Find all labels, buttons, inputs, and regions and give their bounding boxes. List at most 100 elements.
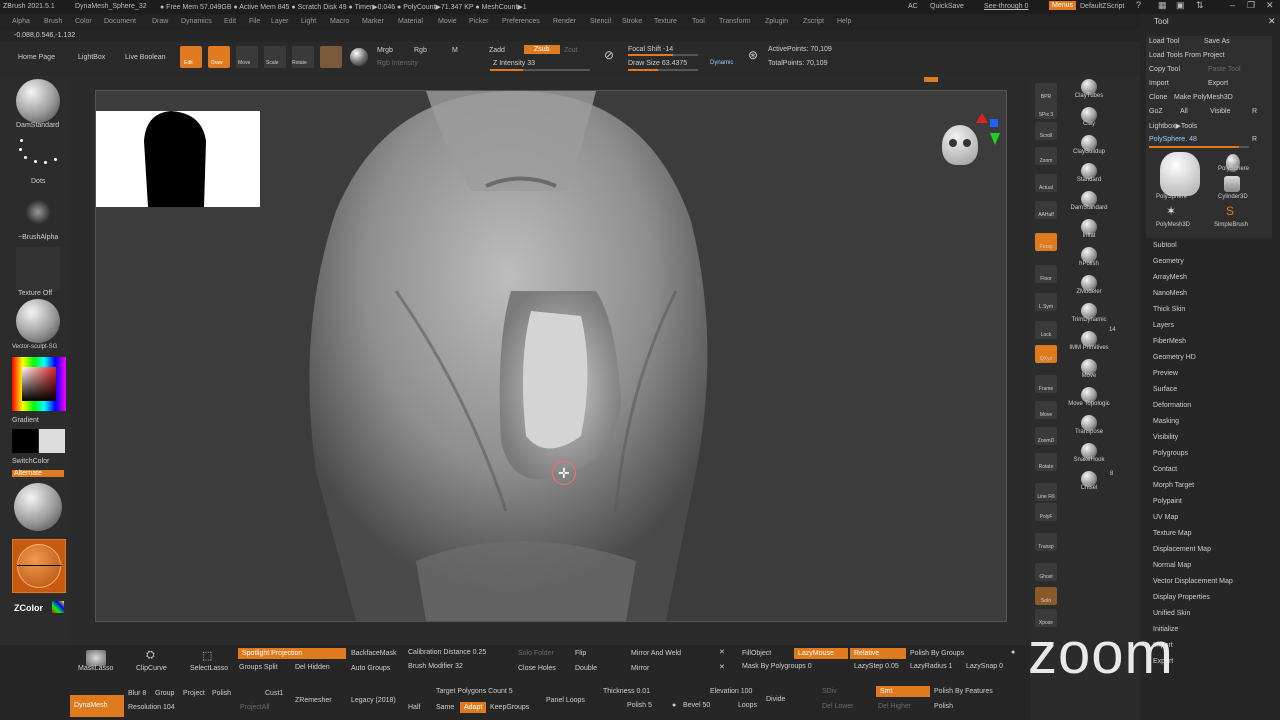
dynamic-button[interactable]: Dynamic bbox=[710, 60, 733, 66]
calibration-slider[interactable]: Calibration Distance 0.25 bbox=[408, 649, 486, 656]
default-zscript-button[interactable]: DefaultZScript bbox=[1080, 3, 1124, 10]
simplebrush-s-icon[interactable]: S bbox=[1226, 204, 1234, 218]
del-lower-button[interactable]: Del Lower bbox=[822, 703, 854, 710]
polymesh-star-icon[interactable]: ✶ bbox=[1166, 204, 1176, 218]
keepgroups-button[interactable]: KeepGroups bbox=[490, 704, 529, 711]
copy-tool-button[interactable]: Copy Tool bbox=[1149, 66, 1180, 73]
brush-preview[interactable] bbox=[16, 79, 60, 123]
paste-tool-button[interactable]: Paste Tool bbox=[1208, 66, 1241, 73]
tray-button-line-fill[interactable]: Line Fill bbox=[1035, 483, 1057, 501]
mirror-button[interactable]: Mirror bbox=[631, 665, 649, 672]
auto-groups-button[interactable]: Auto Groups bbox=[351, 665, 390, 672]
mask-by-polygroups-slider[interactable]: Mask By Polygroups 0 bbox=[742, 663, 812, 670]
selectlasso-button[interactable]: SelectLasso bbox=[190, 665, 228, 672]
minimize-icon[interactable]: – bbox=[1230, 0, 1235, 10]
lightbox-tools-button[interactable]: Lightbox▶Tools bbox=[1149, 122, 1197, 130]
tray-button-scroll[interactable]: Scroll bbox=[1035, 122, 1057, 140]
tray-button-persp[interactable]: Persp bbox=[1035, 233, 1057, 251]
material-preview[interactable] bbox=[16, 299, 60, 343]
tool-section-preview[interactable]: Preview bbox=[1153, 370, 1178, 377]
polish-button[interactable]: Polish bbox=[212, 690, 231, 697]
m-button[interactable]: M bbox=[452, 47, 458, 54]
tray-button-qxyz[interactable]: QXyz bbox=[1035, 345, 1057, 363]
tray-button-move[interactable]: Move bbox=[1035, 401, 1057, 419]
edit-button[interactable]: Edit bbox=[180, 46, 202, 68]
menu-transform[interactable]: Transform bbox=[719, 18, 751, 25]
tray-button-l-sym[interactable]: L.Sym bbox=[1035, 293, 1057, 311]
load-tool-button[interactable]: Load Tool bbox=[1149, 38, 1179, 45]
zcolor-icon[interactable] bbox=[52, 601, 64, 613]
tray-button-bpr[interactable]: BPR bbox=[1035, 83, 1057, 101]
menu-dynamics[interactable]: Dynamics bbox=[181, 18, 212, 25]
menu-alpha[interactable]: Alpha bbox=[12, 18, 30, 25]
tool-section-deformation[interactable]: Deformation bbox=[1153, 402, 1191, 409]
masklasso-button[interactable]: MaskLasso bbox=[78, 665, 113, 672]
group-button[interactable]: Group bbox=[155, 690, 174, 697]
stroke-dots-icon[interactable] bbox=[16, 137, 60, 177]
elevation-slider[interactable]: Elevation 100 bbox=[710, 688, 752, 695]
lazyradius-slider[interactable]: LazyRadius 1 bbox=[910, 663, 952, 670]
menu-material[interactable]: Material bbox=[398, 18, 423, 25]
help-icon[interactable]: ? bbox=[1136, 0, 1141, 10]
load-from-project-button[interactable]: Load Tools From Project bbox=[1149, 52, 1225, 59]
polish-b-button[interactable]: Polish bbox=[934, 703, 953, 710]
zcut-button[interactable]: Zcut bbox=[564, 47, 578, 54]
swap-icon[interactable]: ⇅ bbox=[1196, 0, 1204, 11]
tool-section-vector-displacement-map[interactable]: Vector Displacement Map bbox=[1153, 578, 1233, 585]
tool-section-layers[interactable]: Layers bbox=[1153, 322, 1174, 329]
legacy-button[interactable]: Legacy (2018) bbox=[351, 697, 396, 704]
close-holes-button[interactable]: Close Holes bbox=[518, 665, 556, 672]
rotate-button[interactable]: Rotate bbox=[292, 46, 314, 68]
draw-size-slider[interactable]: Draw Size 63.4375 bbox=[628, 60, 687, 67]
adapt-button[interactable]: Adapt bbox=[460, 702, 487, 713]
menu-light[interactable]: Light bbox=[301, 18, 316, 25]
see-through-slider[interactable]: See-through 0 bbox=[984, 3, 1028, 10]
sphere-preview[interactable] bbox=[14, 483, 62, 531]
tool-section-unified-skin[interactable]: Unified Skin bbox=[1153, 610, 1190, 617]
live-boolean-button[interactable]: Live Boolean bbox=[125, 54, 165, 61]
alpha-preview[interactable] bbox=[16, 190, 60, 234]
make-polymesh-button[interactable]: Make PolyMesh3D bbox=[1174, 94, 1233, 101]
gizmo-preview[interactable] bbox=[12, 539, 66, 593]
zremesher-button[interactable]: ZRemesher bbox=[295, 697, 332, 704]
polysphere-r-button[interactable]: R bbox=[1252, 136, 1257, 143]
tray-button-spix-3[interactable]: SPix 3 bbox=[1035, 101, 1057, 119]
menu-texture[interactable]: Texture bbox=[654, 18, 677, 25]
menu-layer[interactable]: Layer bbox=[271, 18, 289, 25]
blur-slider[interactable]: Blur 8 bbox=[128, 690, 146, 697]
menu-document[interactable]: Document bbox=[104, 18, 136, 25]
focal-icon[interactable]: ⊘ bbox=[604, 48, 614, 62]
cylinder-thumb[interactable] bbox=[1224, 176, 1240, 192]
tray-button-polyf[interactable]: PolyF bbox=[1035, 503, 1057, 521]
double-button[interactable]: Double bbox=[575, 665, 597, 672]
divide-button[interactable]: Divide bbox=[766, 696, 785, 703]
tool-section-fibermesh[interactable]: FiberMesh bbox=[1153, 338, 1186, 345]
rgb-intensity-slider[interactable]: Rgb Intensity bbox=[377, 60, 418, 67]
menu-brush[interactable]: Brush bbox=[44, 18, 62, 25]
del-higher-button[interactable]: Del Higher bbox=[878, 703, 911, 710]
viewport-canvas[interactable]: ✛ bbox=[95, 90, 1007, 622]
tray-button-zoom[interactable]: Zoom bbox=[1035, 147, 1057, 165]
mirror-weld-close-icon[interactable]: ✕ bbox=[719, 648, 725, 656]
mirror-weld-button[interactable]: Mirror And Weld bbox=[631, 650, 681, 657]
all-button[interactable]: All bbox=[1180, 108, 1188, 115]
ac-label[interactable]: AC bbox=[908, 3, 918, 10]
tool-section-morph-target[interactable]: Morph Target bbox=[1153, 482, 1194, 489]
menu-help[interactable]: Help bbox=[837, 18, 851, 25]
tray-button-frame[interactable]: Frame bbox=[1035, 375, 1057, 393]
cust1-button[interactable]: Cust1 bbox=[265, 690, 283, 697]
tray-button-lock[interactable]: Lock bbox=[1035, 321, 1057, 339]
smt-button[interactable]: Smt bbox=[876, 686, 930, 697]
zadd-button[interactable]: Zadd bbox=[489, 47, 505, 54]
main-color-swatch[interactable] bbox=[12, 429, 38, 453]
loops-button[interactable]: Loops bbox=[738, 702, 757, 709]
fillobject-button[interactable]: FillObject bbox=[742, 650, 771, 657]
tool-section-display-properties[interactable]: Display Properties bbox=[1153, 594, 1210, 601]
target-polygons-slider[interactable]: Target Polygons Count 5 bbox=[436, 688, 513, 695]
r-button[interactable]: R bbox=[1252, 108, 1257, 115]
clipcurve-icon[interactable]: ⛭ bbox=[146, 649, 155, 662]
tray-button-ghost[interactable]: Ghost bbox=[1035, 563, 1057, 581]
polish-by-groups-button[interactable]: Polish By Groups bbox=[910, 650, 964, 657]
tool-section-geometry-hd[interactable]: Geometry HD bbox=[1153, 354, 1196, 361]
visible-button[interactable]: Visible bbox=[1210, 108, 1231, 115]
